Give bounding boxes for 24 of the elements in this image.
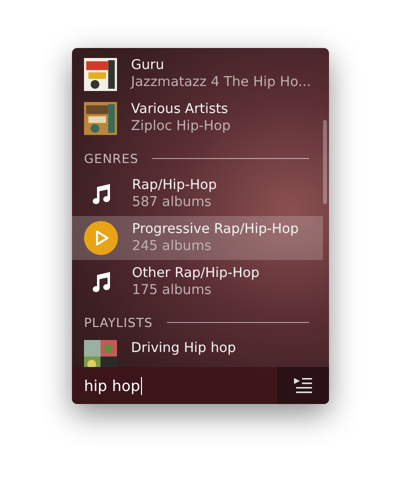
album-title: Ziploc Hip-Hop [131, 118, 231, 135]
music-note-icon [91, 183, 111, 205]
section-heading: PLAYLISTS [84, 314, 153, 330]
play-icon[interactable] [84, 221, 118, 255]
genre-name: Progressive Rap/Hip-Hop [132, 221, 299, 238]
section-heading: GENRES [84, 150, 138, 166]
genre-name: Other Rap/Hip-Hop [132, 265, 260, 282]
queue-button[interactable] [277, 367, 329, 404]
queue-icon [293, 376, 313, 394]
album-count: 245 albums [132, 238, 212, 255]
genre-result[interactable]: Other Rap/Hip-Hop 175 albums [72, 260, 329, 304]
album-count: 175 albums [132, 282, 212, 299]
genre-result[interactable]: Rap/Hip-Hop 587 albums [72, 172, 329, 216]
album-title: Jazzmatazz 4 The Hip Ho... [131, 74, 311, 91]
genre-result[interactable]: Progressive Rap/Hip-Hop 245 albums [72, 216, 323, 260]
genre-name: Rap/Hip-Hop [132, 177, 217, 194]
album-result[interactable]: Guru Jazzmatazz 4 The Hip Ho... [72, 52, 329, 96]
artist-name: Various Artists [131, 101, 230, 118]
playlist-name: Driving Hip hop [131, 340, 236, 357]
album-count: 587 albums [132, 194, 212, 211]
music-note-icon [91, 271, 111, 293]
artist-name: Guru [131, 57, 166, 74]
album-result[interactable]: Various Artists Ziploc Hip-Hop [72, 96, 329, 140]
scrollbar[interactable] [323, 120, 327, 204]
